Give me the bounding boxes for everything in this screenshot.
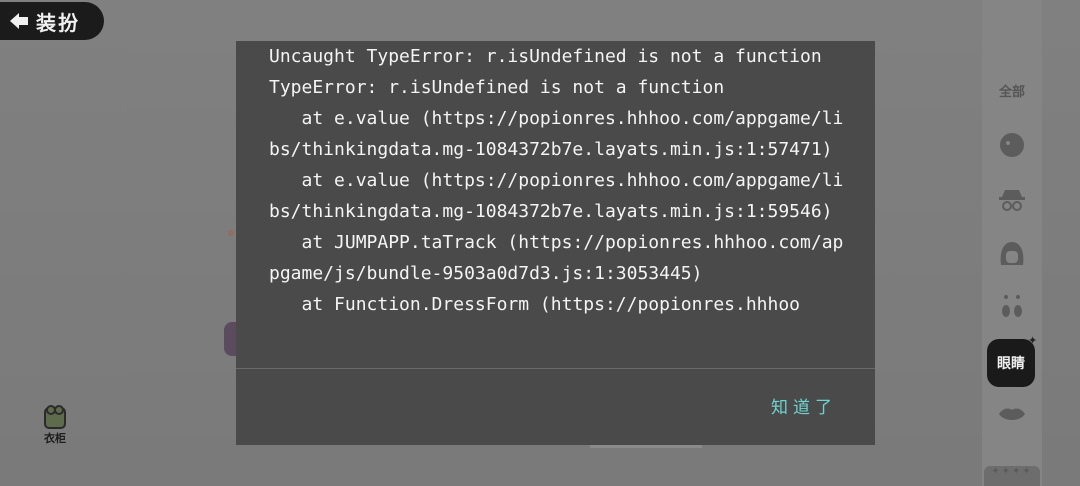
category-earrings[interactable] (982, 286, 1042, 326)
face-icon (1000, 133, 1024, 157)
wardrobe-button[interactable]: 衣柜 (34, 404, 76, 450)
sidebar-bottom-decor: ✦✦✦✦ (984, 466, 1040, 486)
back-button-label: 装扮 (36, 10, 80, 35)
error-dialog-body[interactable]: Uncaught TypeError: r.isUndefined is not… (236, 41, 875, 368)
lips-icon (999, 408, 1025, 420)
hair-icon (1000, 242, 1024, 265)
category-face[interactable] (982, 125, 1042, 165)
category-lips[interactable] (982, 394, 1042, 434)
category-eyes-label: 眼睛 (997, 356, 1025, 372)
back-button[interactable]: 装扮 (0, 2, 104, 40)
hat-disguise-icon (999, 190, 1025, 211)
category-sidebar: 全部 (982, 0, 1042, 486)
back-arrow-icon (10, 13, 28, 29)
wardrobe-icon (44, 405, 66, 429)
sparkle-icon: ✦ (1028, 334, 1038, 347)
category-hat-disguise[interactable] (982, 180, 1042, 220)
error-message: Uncaught TypeError: r.isUndefined is not… (269, 46, 844, 315)
category-all[interactable]: 全部 (982, 70, 1042, 110)
wardrobe-label: 衣柜 (44, 432, 66, 445)
earring-icon (1002, 295, 1022, 317)
category-all-label: 全部 (998, 84, 1025, 100)
acknowledge-button[interactable]: 知道了 (767, 389, 841, 421)
error-dialog: Uncaught TypeError: r.isUndefined is not… (236, 41, 875, 445)
category-hair[interactable] (982, 234, 1042, 274)
dialog-footer: 知道了 (236, 369, 875, 445)
character-fragment-dot (228, 230, 234, 236)
